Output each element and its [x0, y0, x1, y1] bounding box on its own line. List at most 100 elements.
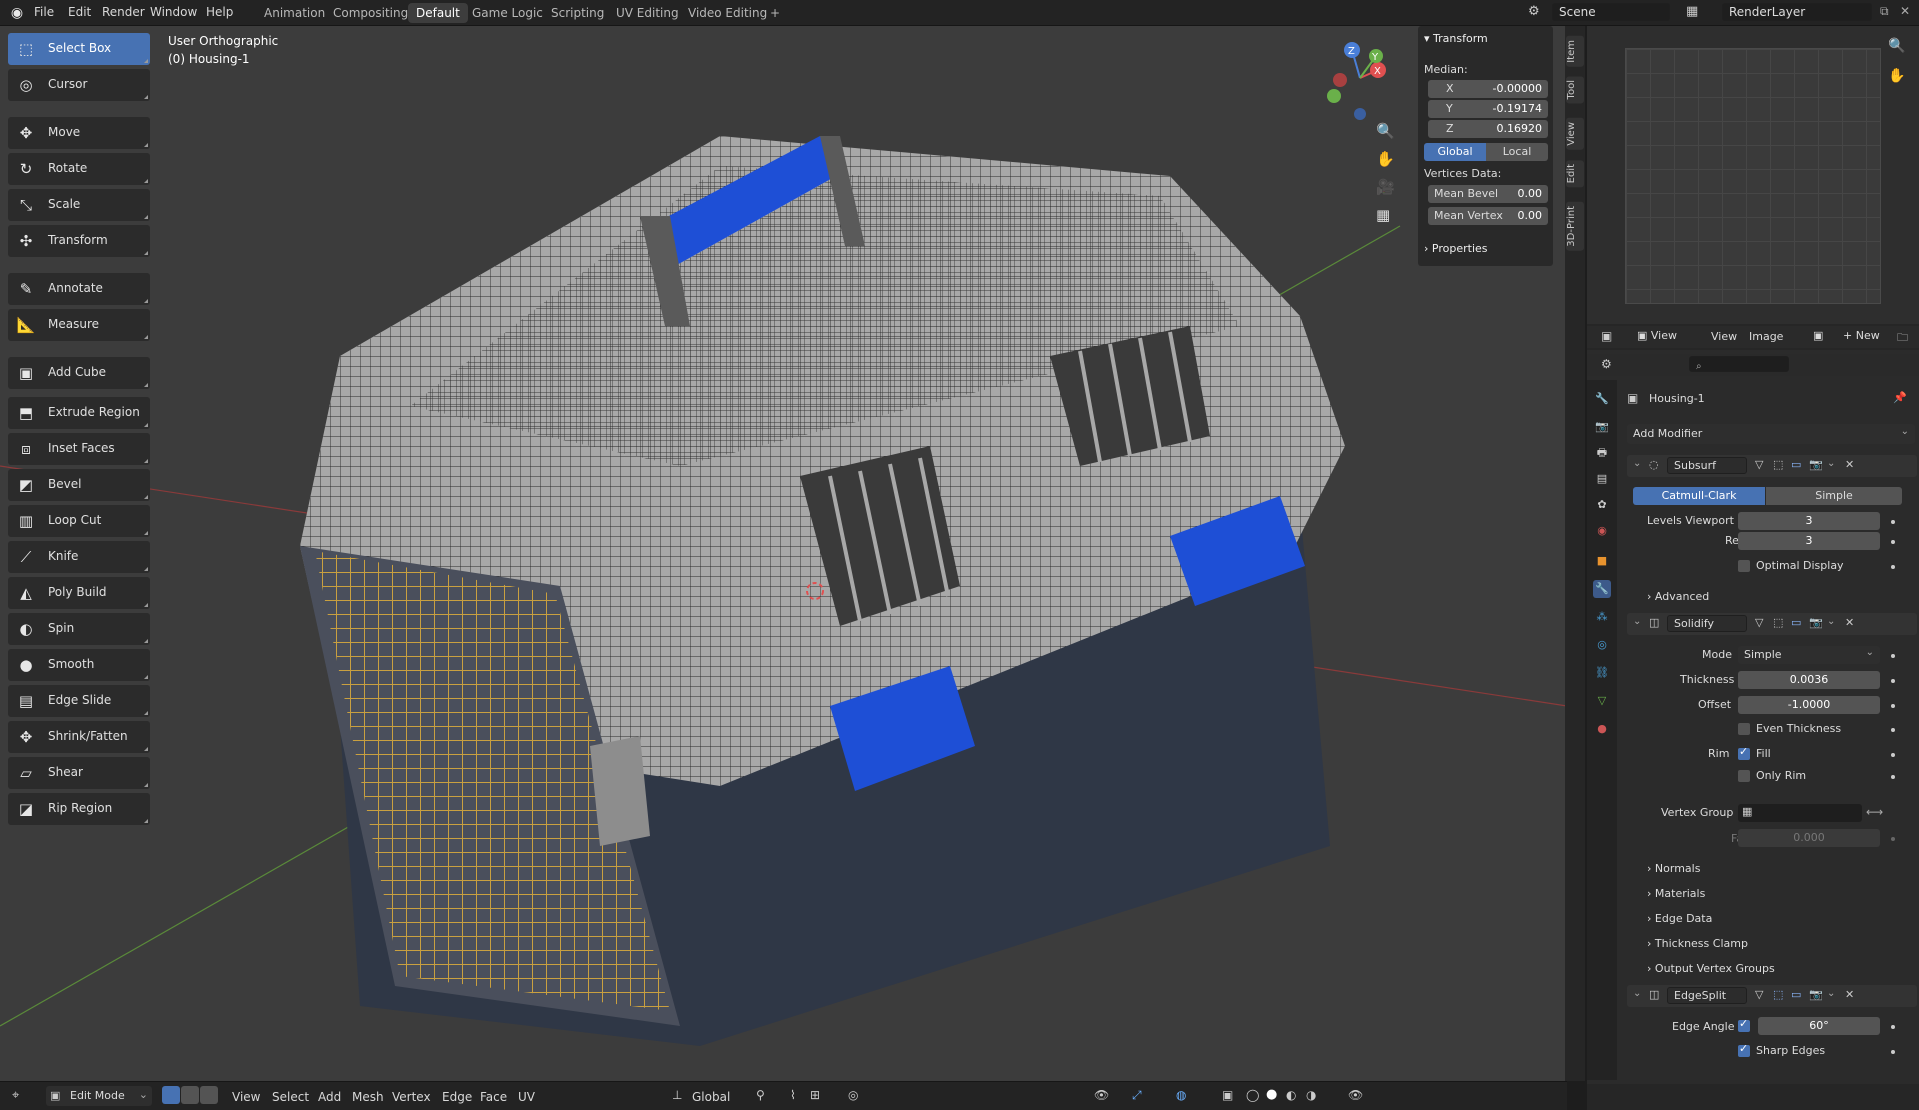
render-display-icon[interactable]: 📷: [1809, 458, 1823, 471]
keyframe-dot-icon[interactable]: [1891, 704, 1895, 708]
keyframe-dot-icon[interactable]: [1891, 654, 1895, 658]
keyframe-dot-icon[interactable]: [1891, 728, 1895, 732]
vertex-select-icon[interactable]: [162, 1086, 180, 1104]
tool-spin[interactable]: ◐ Spin: [8, 613, 150, 645]
world-tab-icon[interactable]: ◉: [1593, 522, 1611, 540]
edit-cage-icon[interactable]: ▽: [1755, 988, 1763, 1001]
keyframe-dot-icon[interactable]: [1891, 679, 1895, 683]
edgesplit-header[interactable]: ⌄ ◫ EdgeSplit ▽ ⬚ ▭ 📷 ⌄ ✕: [1627, 985, 1917, 1007]
overlay-icon[interactable]: ◍: [1176, 1088, 1186, 1102]
menu-render[interactable]: Render: [102, 5, 145, 19]
grid-icon[interactable]: ▦: [1376, 206, 1390, 224]
scene-field[interactable]: Scene: [1552, 3, 1670, 21]
sharp-edges-checkbox[interactable]: [1738, 1042, 1750, 1057]
keyframe-dot-icon[interactable]: [1891, 775, 1895, 779]
tool-annotate[interactable]: ✎ Annotate: [8, 273, 150, 305]
keyframe-dot-icon[interactable]: [1891, 837, 1895, 841]
tool-scale[interactable]: ⤡ Scale: [8, 189, 150, 221]
view-layer-tab-icon[interactable]: ▤: [1593, 470, 1611, 488]
tool-extrude-region[interactable]: ⬒ Extrude Region: [8, 397, 150, 429]
properties-type-icon[interactable]: ⚙: [1601, 357, 1612, 371]
keyframe-dot-icon[interactable]: [1891, 1050, 1895, 1054]
scene-icon[interactable]: ⚙: [1528, 4, 1540, 19]
menu-uv[interactable]: UV: [518, 1090, 535, 1104]
collapse-icon[interactable]: ⌄: [1633, 988, 1641, 999]
fill-checkbox[interactable]: [1738, 745, 1750, 760]
properties-header[interactable]: › Properties: [1424, 242, 1488, 255]
normals-section[interactable]: › Normals: [1647, 862, 1700, 875]
particles-tab-icon[interactable]: ⁂: [1593, 608, 1611, 626]
mesh-render[interactable]: [0, 26, 1567, 1081]
menu-edit[interactable]: Edit: [68, 5, 91, 19]
tab-compositing[interactable]: Compositing: [325, 3, 416, 23]
vertex-group-field[interactable]: ▦: [1738, 804, 1862, 822]
tab-scripting[interactable]: Scripting: [543, 3, 612, 23]
pivot-icon[interactable]: ⚲: [756, 1088, 765, 1102]
viewport-display-icon[interactable]: ▭: [1791, 988, 1801, 1001]
collapse-icon[interactable]: ⌄: [1633, 616, 1641, 627]
edgesplit-name-field[interactable]: EdgeSplit: [1667, 987, 1747, 1004]
modifier-menu-icon[interactable]: ⌄: [1827, 616, 1835, 627]
keyframe-dot-icon[interactable]: [1891, 565, 1895, 569]
global-toggle[interactable]: Global: [1424, 143, 1486, 161]
solidify-header[interactable]: ⌄ ◫ Solidify ▽ ⬚ ▭ 📷 ⌄ ✕: [1627, 613, 1917, 635]
navigation-gizmo[interactable]: Z X Y: [1320, 36, 1400, 121]
menu-add[interactable]: Add: [318, 1090, 341, 1104]
levels-viewport-field[interactable]: 3: [1738, 512, 1880, 530]
image-view2-menu[interactable]: View: [1711, 330, 1737, 343]
viewport-display-icon[interactable]: ▭: [1791, 458, 1801, 471]
keyframe-dot-icon[interactable]: [1891, 540, 1895, 544]
remove-modifier-icon[interactable]: ✕: [1845, 458, 1854, 471]
face-select-icon[interactable]: [200, 1086, 218, 1104]
wireframe-shading-icon[interactable]: ◯: [1246, 1088, 1259, 1102]
transform-header[interactable]: ▾ Transform: [1424, 32, 1488, 45]
factor-field[interactable]: 0.000: [1738, 829, 1880, 847]
tab-animation[interactable]: Animation: [256, 3, 333, 23]
thickness-clamp-section[interactable]: › Thickness Clamp: [1647, 937, 1748, 950]
data-tab-icon[interactable]: ▽: [1593, 692, 1611, 710]
tab-default[interactable]: Default: [408, 3, 468, 23]
render-display-icon[interactable]: 📷: [1809, 616, 1823, 629]
render-levels-field[interactable]: 3: [1738, 532, 1880, 550]
xray-icon[interactable]: ▣: [1222, 1088, 1233, 1102]
properties-search-input[interactable]: ⌕: [1689, 356, 1789, 372]
tool-measure[interactable]: 📐 Measure: [8, 309, 150, 341]
tool-rip-region[interactable]: ◪ Rip Region: [8, 793, 150, 825]
local-toggle[interactable]: Local: [1486, 143, 1548, 161]
render-tab-icon[interactable]: 📷: [1593, 418, 1611, 436]
y-field[interactable]: Y -0.19174: [1428, 100, 1548, 118]
view-layer-icon[interactable]: ▦: [1686, 4, 1698, 19]
subsurf-name-field[interactable]: Subsurf: [1667, 457, 1747, 474]
menu-file[interactable]: File: [34, 5, 54, 19]
keyframe-dot-icon[interactable]: [1891, 520, 1895, 524]
physics-tab-icon[interactable]: ◎: [1593, 636, 1611, 654]
blender-logo-icon[interactable]: ◉: [8, 4, 26, 22]
rendered-shading-icon[interactable]: ◑: [1306, 1088, 1316, 1102]
mode-dropdown[interactable]: Simple ⌄: [1738, 646, 1880, 664]
menu-mesh[interactable]: Mesh: [352, 1090, 384, 1104]
copy-layer-icon[interactable]: ⧉: [1880, 4, 1889, 19]
scene-tab-icon[interactable]: ✿: [1593, 496, 1611, 514]
tool-shear[interactable]: ▱ Shear: [8, 757, 150, 789]
edit-mode-icon[interactable]: ⬚: [1773, 616, 1783, 629]
remove-modifier-icon[interactable]: ✕: [1845, 988, 1854, 1001]
snap-target-icon[interactable]: ⊞: [810, 1088, 820, 1102]
thickness-field[interactable]: 0.0036: [1738, 671, 1880, 689]
keyframe-dot-icon[interactable]: [1891, 1025, 1895, 1029]
pan-hand-icon[interactable]: ✋: [1376, 150, 1395, 168]
visibility-eye-icon[interactable]: 👁: [1348, 1088, 1363, 1102]
keyframe-dot-icon[interactable]: [1891, 753, 1895, 757]
modifier-menu-icon[interactable]: ⌄: [1827, 458, 1835, 469]
pin-icon[interactable]: 📌: [1893, 391, 1907, 404]
tab-item[interactable]: Item: [1566, 36, 1584, 67]
z-field[interactable]: Z 0.16920: [1428, 120, 1548, 138]
tab-uv-editing[interactable]: UV Editing: [608, 3, 687, 23]
tab-view[interactable]: View: [1566, 118, 1584, 150]
solid-shading-icon[interactable]: ●: [1266, 1087, 1277, 1102]
only-rim-checkbox[interactable]: [1738, 770, 1750, 782]
tab-video-editing[interactable]: Video Editing: [680, 3, 775, 23]
solidify-name-field[interactable]: Solidify: [1667, 615, 1747, 632]
menu-view[interactable]: View: [232, 1090, 260, 1104]
simple-toggle[interactable]: Simple: [1766, 487, 1902, 505]
render-layer-field[interactable]: RenderLayer: [1722, 3, 1872, 21]
